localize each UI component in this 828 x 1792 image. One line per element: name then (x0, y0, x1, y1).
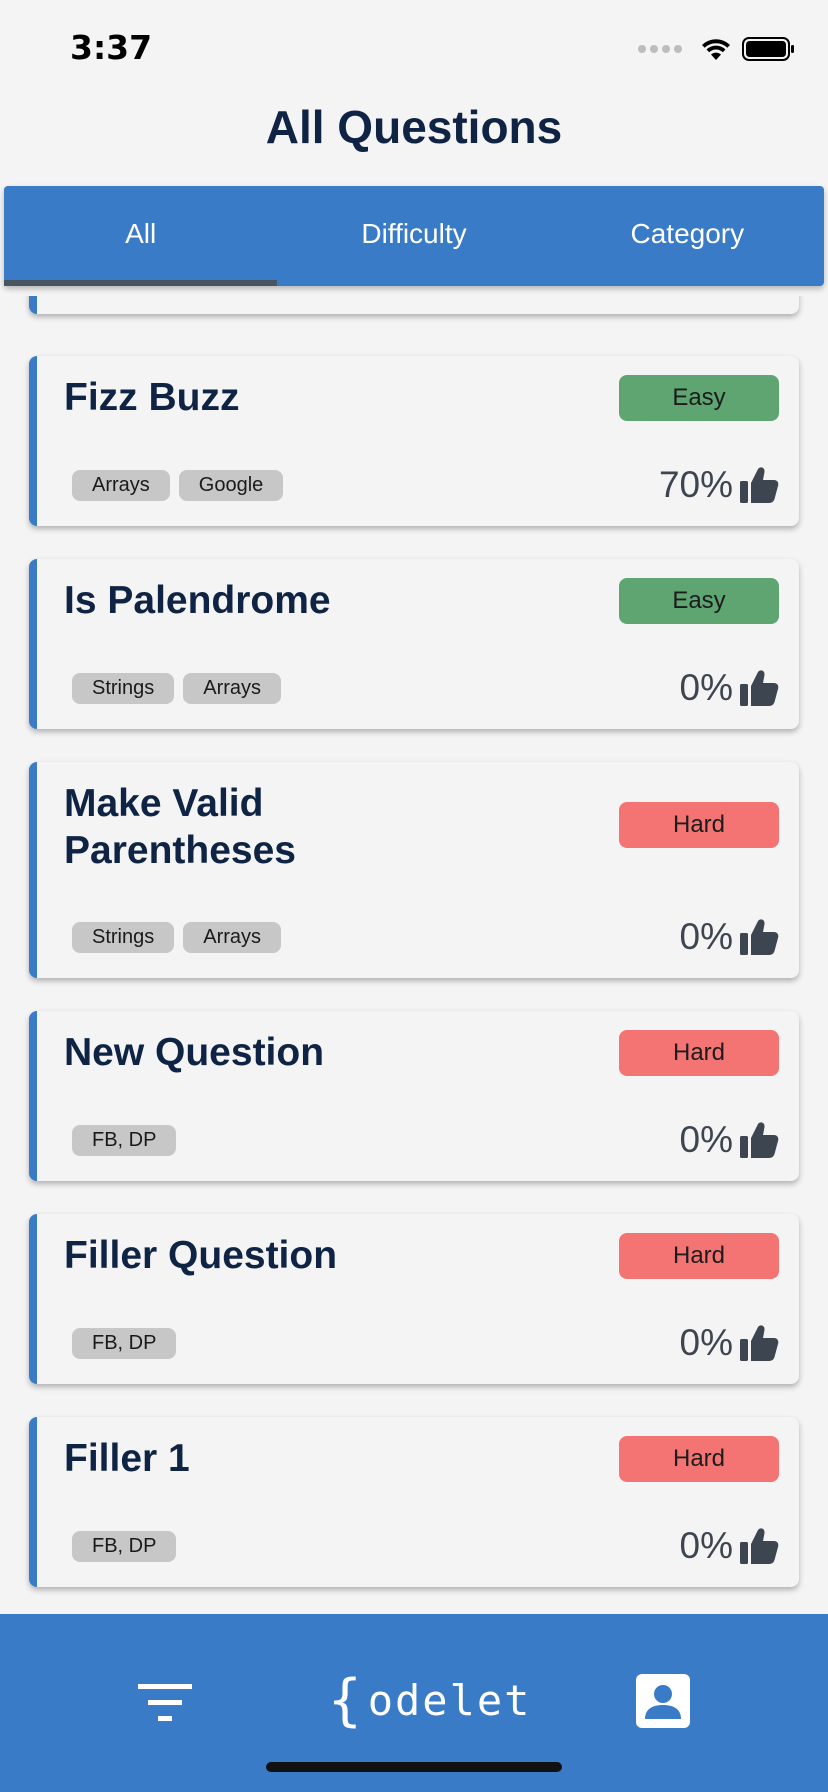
tab-bar: All Difficulty Category (4, 186, 824, 286)
tab-category[interactable]: Category (551, 186, 824, 286)
question-card[interactable]: Filler 1 Hard FB, DP 0% (29, 1417, 799, 1587)
question-title: Make Valid Parentheses (64, 782, 296, 872)
question-title: Filler Question (64, 1234, 338, 1277)
question-card[interactable]: Fizz Buzz Easy Arrays Google 70% (29, 356, 799, 526)
likes: 70% (659, 464, 779, 506)
question-card[interactable]: Make Valid Parentheses Hard Strings Arra… (29, 762, 799, 978)
tag: FB, DP (72, 1125, 177, 1156)
tag-list: FB, DP (72, 1328, 177, 1359)
question-card[interactable]: Is Palendrome Easy Strings Arrays 0% (29, 559, 799, 729)
tag: Arrays (183, 673, 282, 704)
tag: FB, DP (72, 1531, 177, 1562)
tag-list: Strings Arrays (72, 922, 282, 953)
tab-difficulty[interactable]: Difficulty (277, 186, 550, 286)
likes-percent: 0% (679, 916, 733, 957)
tab-label: Category (630, 218, 745, 249)
tag-list: Arrays Google (72, 470, 284, 501)
tag: Google (178, 470, 284, 501)
tag-list: FB, DP (72, 1125, 177, 1156)
filter-icon[interactable] (138, 1682, 192, 1724)
difficulty-badge: Hard (619, 1030, 779, 1076)
question-title: Filler 1 (64, 1437, 190, 1480)
tag: Arrays (72, 470, 170, 501)
difficulty-badge: Hard (619, 1436, 779, 1482)
tag-list: Strings Arrays (72, 673, 282, 704)
question-card[interactable]: Filler Question Hard FB, DP 0% (29, 1214, 799, 1384)
status-icons (638, 34, 796, 64)
cellular-signal-icon (638, 45, 682, 53)
thumbs-up-icon[interactable] (739, 466, 779, 504)
profile-icon[interactable] (636, 1674, 690, 1728)
difficulty-badge: Easy (619, 375, 779, 421)
status-time: 3:37 (70, 28, 153, 67)
likes: 0% (680, 916, 779, 958)
likes-percent: 70% (658, 464, 733, 505)
tag: FB, DP (72, 1328, 177, 1359)
thumbs-up-icon[interactable] (739, 1121, 779, 1159)
difficulty-badge: Easy (619, 578, 779, 624)
battery-icon (742, 37, 794, 61)
question-title: Fizz Buzz (64, 376, 240, 419)
status-bar: 3:37 (0, 0, 828, 96)
difficulty-badge: Hard (619, 1233, 779, 1279)
thumbs-up-icon[interactable] (739, 669, 779, 707)
home-indicator (266, 1762, 562, 1772)
logo-brace: { (328, 1667, 364, 1733)
likes-percent: 0% (679, 1119, 733, 1160)
likes-percent: 0% (679, 667, 733, 708)
likes: 0% (680, 1322, 779, 1364)
tag: Strings (72, 922, 175, 953)
tab-label: Difficulty (361, 218, 467, 249)
thumbs-up-icon[interactable] (739, 1324, 779, 1362)
codelet-logo[interactable]: { odelet (328, 1667, 532, 1733)
page-title: All Questions (265, 101, 563, 153)
wifi-icon (702, 39, 730, 60)
question-card[interactable]: New Question Hard FB, DP 0% (29, 1011, 799, 1181)
tag: Arrays (183, 922, 282, 953)
likes-percent: 0% (679, 1525, 733, 1566)
thumbs-up-icon[interactable] (739, 1527, 779, 1565)
question-list[interactable]: Fizz Buzz Easy Arrays Google 70% Is Pale… (0, 296, 828, 1614)
likes: 0% (680, 667, 779, 709)
tag-list: FB, DP (72, 1531, 177, 1562)
tab-label: All (125, 218, 157, 249)
likes: 0% (680, 1119, 779, 1161)
logo-text: odelet (367, 1675, 532, 1725)
thumbs-up-icon[interactable] (739, 918, 779, 956)
question-title: New Question (64, 1031, 325, 1074)
tag: Strings (72, 673, 175, 704)
likes-percent: 0% (679, 1322, 733, 1363)
tab-all[interactable]: All (4, 186, 278, 286)
difficulty-badge: Hard (619, 802, 779, 848)
question-title: Is Palendrome (64, 579, 331, 622)
question-card-partial[interactable] (29, 296, 799, 314)
likes: 0% (680, 1525, 779, 1567)
